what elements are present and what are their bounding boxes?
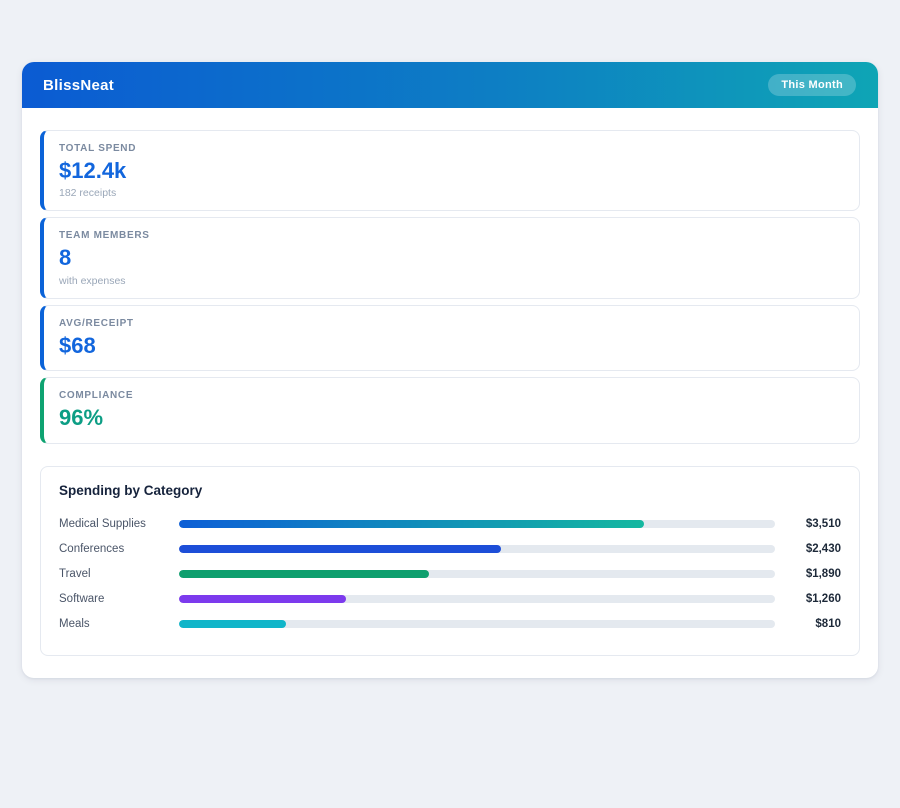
bar-fill: [179, 620, 286, 628]
app-title: BlissNeat: [43, 77, 114, 94]
stat-card-avg-receipt: AVG/RECEIPT $68: [40, 305, 860, 371]
app-header: BlissNeat This Month: [22, 62, 878, 108]
spend-row-meals: Meals $810: [59, 612, 841, 637]
spend-row-conferences: Conferences $2,430: [59, 537, 841, 562]
stat-subtext: 182 receipts: [59, 187, 841, 199]
stat-value: 96%: [59, 405, 841, 431]
stat-label: TOTAL SPEND: [59, 143, 841, 154]
stat-value: $68: [59, 333, 841, 359]
bar-fill: [179, 570, 429, 578]
bar-track: [179, 545, 775, 553]
spend-row-medical-supplies: Medical Supplies $3,510: [59, 512, 841, 537]
app-body: TOTAL SPEND $12.4k 182 receipts TEAM MEM…: [22, 108, 878, 678]
amount-label: $810: [775, 618, 841, 630]
stat-card-compliance: COMPLIANCE 96%: [40, 377, 860, 443]
period-badge[interactable]: This Month: [768, 74, 856, 96]
bar-fill: [179, 545, 501, 553]
amount-label: $1,260: [775, 593, 841, 605]
bar-fill: [179, 520, 644, 528]
dashboard-card: BlissNeat This Month TOTAL SPEND $12.4k …: [22, 62, 878, 678]
spend-row-software: Software $1,260: [59, 587, 841, 612]
bar-fill: [179, 595, 346, 603]
bar-track: [179, 595, 775, 603]
spending-by-category-panel: Spending by Category Medical Supplies $3…: [40, 466, 860, 656]
amount-label: $3,510: [775, 518, 841, 530]
category-label: Travel: [59, 568, 179, 580]
stat-value: 8: [59, 245, 841, 271]
bar-track: [179, 570, 775, 578]
category-label: Medical Supplies: [59, 518, 179, 530]
stat-label: TEAM MEMBERS: [59, 230, 841, 241]
category-label: Software: [59, 593, 179, 605]
stat-subtext: with expenses: [59, 275, 841, 287]
category-label: Conferences: [59, 543, 179, 555]
spending-panel-title: Spending by Category: [59, 483, 841, 498]
stat-card-total-spend: TOTAL SPEND $12.4k 182 receipts: [40, 130, 860, 211]
stat-card-team-members: TEAM MEMBERS 8 with expenses: [40, 217, 860, 298]
stat-label: AVG/RECEIPT: [59, 318, 841, 329]
spend-row-travel: Travel $1,890: [59, 562, 841, 587]
bar-track: [179, 620, 775, 628]
stat-label: COMPLIANCE: [59, 390, 841, 401]
category-label: Meals: [59, 618, 179, 630]
amount-label: $2,430: [775, 543, 841, 555]
stat-value: $12.4k: [59, 158, 841, 184]
amount-label: $1,890: [775, 568, 841, 580]
bar-track: [179, 520, 775, 528]
